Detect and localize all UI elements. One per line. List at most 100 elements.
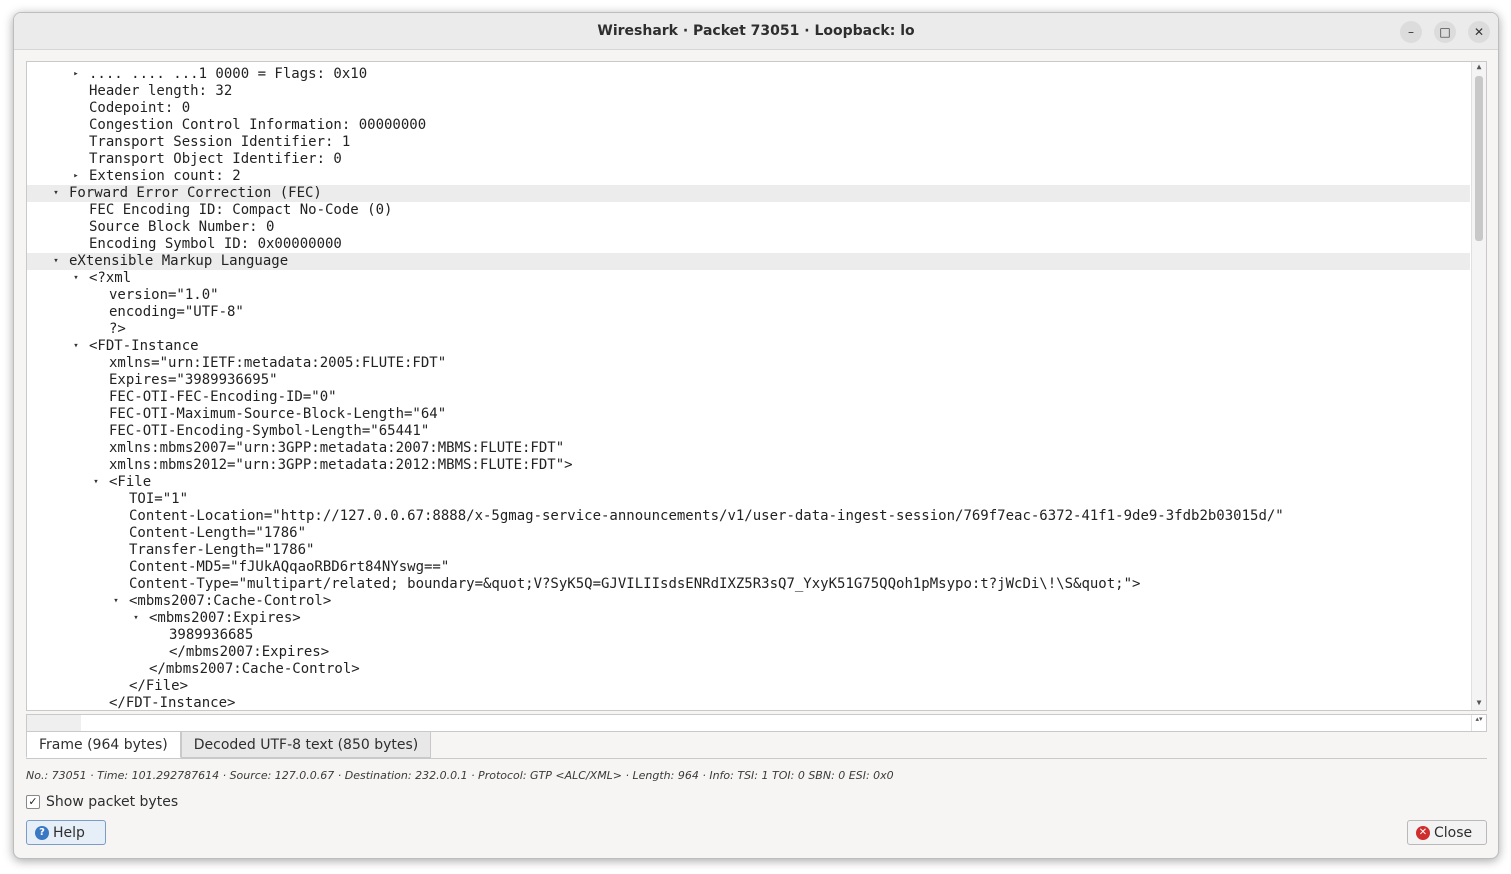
close-window-button[interactable]: ✕ xyxy=(1468,21,1490,43)
tree-row[interactable]: Content-MD5="fJUkAQqaoRBD6rt84NYswg==" xyxy=(27,559,1470,576)
expand-down-arrow-icon[interactable]: ▾ xyxy=(91,474,101,491)
tree-row[interactable]: xmlns:mbms2012="urn:3GPP:metadata:2012:M… xyxy=(27,457,1470,474)
tree-row[interactable]: ?> xyxy=(27,321,1470,338)
tree-row-text: Content-Length="1786" xyxy=(129,525,307,541)
tree-row[interactable]: version="1.0" xyxy=(27,287,1470,304)
tree-row-text: Codepoint: 0 xyxy=(89,100,191,116)
tree-row-text: Forward Error Correction (FEC) xyxy=(69,185,322,201)
tree-row[interactable]: encoding="UTF-8" xyxy=(27,304,1470,321)
title-bar[interactable]: Wireshark · Packet 73051 · Loopback: lo … xyxy=(14,13,1498,50)
window-title: Wireshark · Packet 73051 · Loopback: lo xyxy=(597,23,915,39)
bytes-scroll-arrows-icon[interactable]: ▴▾ xyxy=(1471,715,1486,731)
show-packet-bytes-checkbox[interactable]: ✓ Show packet bytes xyxy=(26,794,178,810)
bytes-horizontal-scroll-thumb[interactable] xyxy=(27,715,81,731)
tree-row-text: <FDT-Instance xyxy=(89,338,199,354)
tree-row[interactable]: xmlns:mbms2007="urn:3GPP:metadata:2007:M… xyxy=(27,440,1470,457)
tree-row[interactable]: Transport Object Identifier: 0 xyxy=(27,151,1470,168)
tree-row[interactable]: ▾ <File xyxy=(27,474,1470,491)
tree-row-text: Content-Type="multipart/related; boundar… xyxy=(129,576,1141,592)
tree-row-text: .... .... ...1 0000 = Flags: 0x10 xyxy=(89,66,368,82)
tree-row-text: Content-MD5="fJUkAQqaoRBD6rt84NYswg==" xyxy=(129,559,450,575)
tree-row[interactable]: ▾ <mbms2007:Cache-Control> xyxy=(27,593,1470,610)
tree-row[interactable]: Transfer-Length="1786" xyxy=(27,542,1470,559)
tree-row[interactable]: Transport Session Identifier: 1 xyxy=(27,134,1470,151)
close-circle-icon: ✕ xyxy=(1416,825,1430,840)
collapse-right-arrow-icon[interactable]: ▸ xyxy=(71,168,81,185)
tree-row-text: </mbms2007:Expires> xyxy=(169,644,330,660)
expand-down-arrow-icon[interactable]: ▾ xyxy=(51,185,61,202)
tree-row[interactable]: Header length: 32 xyxy=(27,83,1470,100)
tab-divider xyxy=(26,758,1487,759)
tree-row-text: </File> xyxy=(129,678,189,694)
tab-frame-bytes[interactable]: Frame (964 bytes) xyxy=(26,731,181,758)
expand-down-arrow-icon[interactable]: ▾ xyxy=(71,270,81,287)
tree-row[interactable]: </mbms2007:Expires> xyxy=(27,644,1470,661)
tree-row[interactable]: Expires="3989936695" xyxy=(27,372,1470,389)
tree-row[interactable]: ▾ <mbms2007:Expires> xyxy=(27,610,1470,627)
tree-row[interactable]: </FDT-Instance> xyxy=(27,695,1470,710)
tree-row-text: xmlns:mbms2012="urn:3GPP:metadata:2012:M… xyxy=(109,457,573,473)
show-packet-bytes-label: Show packet bytes xyxy=(46,794,179,810)
close-button-label: Close xyxy=(1434,824,1473,841)
scroll-up-arrow-icon[interactable]: ▲ xyxy=(1472,62,1486,74)
tree-row-text: xmlns="urn:IETF:metadata:2005:FLUTE:FDT" xyxy=(109,355,447,371)
packet-dialog: Wireshark · Packet 73051 · Loopback: lo … xyxy=(13,12,1499,859)
tree-row-text: </mbms2007:Cache-Control> xyxy=(149,661,360,677)
tree-row[interactable]: TOI="1" xyxy=(27,491,1470,508)
tree-row-text: Header length: 32 xyxy=(89,83,233,99)
tree-row-text: xmlns:mbms2007="urn:3GPP:metadata:2007:M… xyxy=(109,440,565,456)
tree-row[interactable]: ▾ <FDT-Instance xyxy=(27,338,1470,355)
scroll-down-arrow-icon[interactable]: ▼ xyxy=(1472,698,1486,710)
tree-row[interactable]: 3989936685 xyxy=(27,627,1470,644)
tree-row-text: Transport Object Identifier: 0 xyxy=(89,151,342,167)
tree-row[interactable]: </File> xyxy=(27,678,1470,695)
expand-down-arrow-icon[interactable]: ▾ xyxy=(71,338,81,355)
bytes-tab-bar: Frame (964 bytes) Decoded UTF-8 text (85… xyxy=(26,731,432,759)
tree-row[interactable]: FEC-OTI-Maximum-Source-Block-Length="64" xyxy=(27,406,1470,423)
tree-row-text: Expires="3989936695" xyxy=(109,372,278,388)
tree-row[interactable]: ▾ eXtensible Markup Language xyxy=(27,253,1470,270)
maximize-button[interactable]: □ xyxy=(1434,21,1456,43)
tree-row[interactable]: Content-Length="1786" xyxy=(27,525,1470,542)
expand-down-arrow-icon[interactable]: ▾ xyxy=(51,253,61,270)
expand-down-arrow-icon[interactable]: ▾ xyxy=(131,610,141,627)
packet-details-tree[interactable]: ▲ ▼ ▸ .... .... ...1 0000 = Flags: 0x10 He… xyxy=(26,61,1487,711)
collapse-right-arrow-icon[interactable]: ▸ xyxy=(71,66,81,83)
tree-row[interactable]: Content-Location="http://127.0.0.67:8888… xyxy=(27,508,1470,525)
tree-row[interactable]: FEC Encoding ID: Compact No-Code (0) xyxy=(27,202,1470,219)
checkbox-check-icon[interactable]: ✓ xyxy=(26,795,40,809)
tree-row-text: FEC-OTI-Encoding-Symbol-Length="65441" xyxy=(109,423,430,439)
tree-row[interactable]: Codepoint: 0 xyxy=(27,100,1470,117)
scrollbar-thumb[interactable] xyxy=(1475,76,1483,241)
tree-row[interactable]: Source Block Number: 0 xyxy=(27,219,1470,236)
tree-row[interactable]: </mbms2007:Cache-Control> xyxy=(27,661,1470,678)
tree-row-text: FEC Encoding ID: Compact No-Code (0) xyxy=(89,202,393,218)
tree-row-text: version="1.0" xyxy=(109,287,219,303)
tree-row[interactable]: FEC-OTI-FEC-Encoding-ID="0" xyxy=(27,389,1470,406)
tree-row-text: Content-Location="http://127.0.0.67:8888… xyxy=(129,508,1284,524)
tree-row-text: 3989936685 xyxy=(169,627,254,643)
close-button[interactable]: ✕ Close xyxy=(1407,820,1487,845)
help-button-label: Help xyxy=(53,824,85,841)
tree-row[interactable]: ▸ Extension count: 2 xyxy=(27,168,1470,185)
tree-row[interactable]: Content-Type="multipart/related; boundar… xyxy=(27,576,1470,593)
tree-vertical-scrollbar[interactable]: ▲ ▼ xyxy=(1471,62,1486,710)
tree-row[interactable]: FEC-OTI-Encoding-Symbol-Length="65441" xyxy=(27,423,1470,440)
close-icon: ✕ xyxy=(1473,25,1485,39)
tree-row-text: Source Block Number: 0 xyxy=(89,219,275,235)
tree-row[interactable]: ▾ Forward Error Correction (FEC) xyxy=(27,185,1470,202)
packet-bytes-pane[interactable]: ▴▾ xyxy=(26,714,1487,732)
tree-row-text: Transfer-Length="1786" xyxy=(129,542,315,558)
tree-row[interactable]: ▸ .... .... ...1 0000 = Flags: 0x10 xyxy=(27,66,1470,83)
tree-row-text: eXtensible Markup Language xyxy=(69,253,289,269)
expand-down-arrow-icon[interactable]: ▾ xyxy=(111,593,121,610)
tree-row[interactable]: ▾ <?xml xyxy=(27,270,1470,287)
tree-row[interactable]: xmlns="urn:IETF:metadata:2005:FLUTE:FDT" xyxy=(27,355,1470,372)
tree-row[interactable]: Encoding Symbol ID: 0x00000000 xyxy=(27,236,1470,253)
minimize-button[interactable]: – xyxy=(1400,21,1422,43)
tab-decoded-text[interactable]: Decoded UTF-8 text (850 bytes) xyxy=(180,731,432,758)
help-icon: ? xyxy=(35,825,49,840)
tree-row[interactable]: Congestion Control Information: 00000000 xyxy=(27,117,1470,134)
tree-row-text: encoding="UTF-8" xyxy=(109,304,244,320)
help-button[interactable]: ? Help xyxy=(26,820,106,845)
